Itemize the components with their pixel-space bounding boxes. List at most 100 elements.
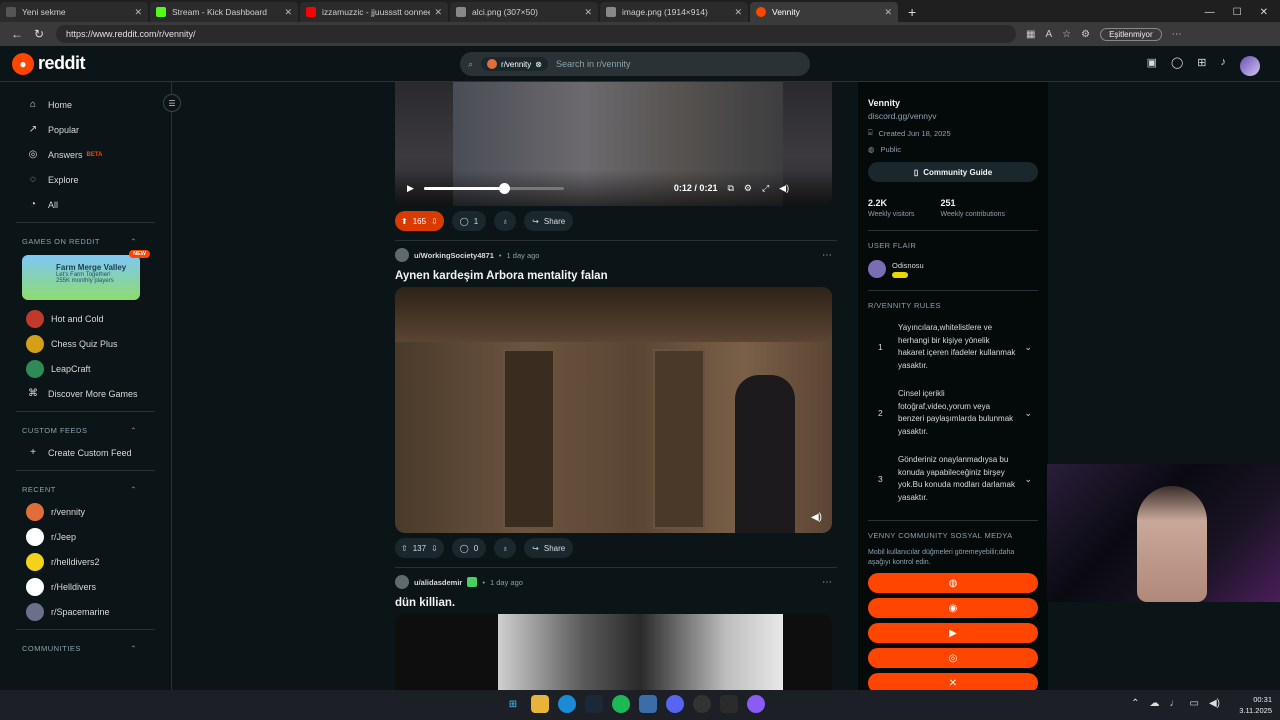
notifications-icon[interactable]: ♪ bbox=[1221, 56, 1227, 76]
post-author[interactable]: u/WorkingSociety4871 bbox=[414, 251, 494, 260]
create-post-icon[interactable]: ⊞ bbox=[1197, 56, 1206, 76]
sidebar-item-popular[interactable]: ↗ Popular bbox=[0, 117, 171, 142]
create-custom-feed[interactable]: + Create Custom Feed bbox=[0, 440, 171, 465]
url-field[interactable]: https://www.reddit.com/r/vennity/ bbox=[56, 25, 1016, 43]
recent-spacemarine[interactable]: r/Spacemarine bbox=[0, 599, 171, 624]
tabs-icon[interactable]: ▦ bbox=[1026, 29, 1035, 40]
network-icon[interactable]: ▭ bbox=[1190, 698, 1199, 709]
obs-icon[interactable] bbox=[747, 695, 765, 713]
microphone-icon[interactable]: ♩ bbox=[1170, 698, 1180, 709]
play-icon[interactable]: ▶ bbox=[407, 183, 414, 194]
sidebar-game-leapcraft[interactable]: LeapCraft bbox=[0, 356, 171, 381]
discord-icon[interactable] bbox=[666, 695, 684, 713]
post-title[interactable]: dün killian. bbox=[386, 592, 846, 614]
subreddit-chip[interactable]: r/vennity ⊗ bbox=[481, 57, 548, 71]
browser-tab-0[interactable]: Yeni sekme ✕ bbox=[0, 2, 148, 22]
sidebar-item-all[interactable]: ◔ All bbox=[0, 192, 171, 217]
share-button[interactable]: ↪ Share bbox=[524, 211, 574, 231]
extensions-icon[interactable]: ⚙ bbox=[1081, 29, 1090, 40]
search-input[interactable]: Search in r/vennity bbox=[556, 59, 631, 69]
video-progress-bar[interactable] bbox=[423, 182, 564, 194]
search-bar[interactable]: ⌕ r/vennity ⊗ Search in r/vennity bbox=[460, 52, 810, 76]
more-options-icon[interactable]: ⋯ bbox=[822, 250, 832, 261]
user-avatar[interactable] bbox=[1240, 56, 1260, 76]
award-button[interactable]: ♁ bbox=[494, 211, 517, 231]
share-button[interactable]: ↪ Share bbox=[524, 538, 574, 558]
recent-vennity[interactable]: r/vennity bbox=[0, 499, 171, 524]
volume-icon[interactable]: ◀) bbox=[811, 512, 822, 523]
recent-helldivers2[interactable]: r/helldivers2 bbox=[0, 549, 171, 574]
recent-jeep[interactable]: r/Jeep bbox=[0, 524, 171, 549]
rule-item[interactable]: 1 Yayıncılara,whitelistlere ve herhangi b… bbox=[868, 318, 1038, 376]
community-guide-button[interactable]: ▯ Community Guide bbox=[868, 162, 1038, 182]
favorite-star-icon[interactable]: ☆ bbox=[1062, 29, 1071, 40]
sync-button[interactable]: Eşitlenmiyor bbox=[1100, 27, 1162, 41]
maximize-icon[interactable]: ☐ bbox=[1233, 7, 1242, 18]
rule-item[interactable]: 3 Gönderiniz onaylanmadıysa bu konuda yap… bbox=[868, 450, 1038, 508]
steam-icon[interactable] bbox=[585, 695, 603, 713]
sidebar-game-chess-quiz[interactable]: Chess Quiz Plus bbox=[0, 331, 171, 356]
social-web-button[interactable]: ◍ bbox=[868, 573, 1038, 593]
user-flair[interactable]: Odisnosu bbox=[868, 260, 1038, 278]
close-tab-icon[interactable]: ✕ bbox=[734, 7, 742, 18]
sidebar-item-home[interactable]: ⌂ Home bbox=[0, 92, 171, 117]
featured-game-card[interactable]: NEW Farm Merge Valley Let's Farm Togethe… bbox=[22, 250, 150, 300]
games-section-header[interactable]: GAMES ON REDDIT ⌃ bbox=[0, 231, 171, 251]
social-x-button[interactable]: ✕ bbox=[868, 673, 1038, 690]
close-tab-icon[interactable]: ✕ bbox=[434, 7, 442, 18]
app-icon[interactable] bbox=[693, 695, 711, 713]
upvote-icon[interactable]: ⇧ bbox=[401, 544, 408, 553]
chevron-up-icon[interactable]: ⌃ bbox=[1131, 698, 1139, 709]
comments-button[interactable]: ◯ 1 bbox=[451, 211, 487, 231]
browser-tab-5[interactable]: Vennity ✕ bbox=[750, 2, 898, 22]
app-icon[interactable] bbox=[639, 695, 657, 713]
chat-icon[interactable]: ◯ bbox=[1171, 56, 1183, 76]
recent-header[interactable]: RECENT ⌃ bbox=[0, 479, 171, 499]
chip-remove-icon[interactable]: ⊗ bbox=[535, 60, 542, 69]
more-options-icon[interactable]: ⋯ bbox=[1172, 29, 1182, 40]
communities-header[interactable]: COMMUNITIES ⌃ bbox=[0, 638, 171, 658]
advertise-icon[interactable]: ▣ bbox=[1147, 56, 1157, 76]
post1-video[interactable]: ▶ 0:12 / 0:21 ⧉ ⚙ ⤢ ◀) bbox=[395, 82, 832, 206]
comments-button[interactable]: ◯ 0 bbox=[451, 538, 487, 558]
post3-video[interactable] bbox=[395, 614, 832, 690]
downvote-icon[interactable]: ⇩ bbox=[431, 217, 438, 226]
browser-tab-2[interactable]: izzamuzzic - jjuussstt oonnee (slo…✕ bbox=[300, 2, 448, 22]
fullscreen-icon[interactable]: ⤢ bbox=[762, 183, 769, 194]
browser-tab-4[interactable]: image.png (1914×914) ✕ bbox=[600, 2, 748, 22]
volume-icon[interactable]: ◀) bbox=[779, 183, 789, 194]
social-youtube-button[interactable]: ▶ bbox=[868, 623, 1038, 643]
social-discord-button[interactable]: ◉ bbox=[868, 598, 1038, 618]
sidebar-item-explore[interactable]: ◌ Explore bbox=[0, 167, 171, 192]
recent-helldivers[interactable]: r/Helldivers bbox=[0, 574, 171, 599]
new-tab-button[interactable]: + bbox=[900, 2, 924, 22]
read-aloud-icon[interactable]: A bbox=[1045, 29, 1052, 40]
custom-feeds-header[interactable]: CUSTOM FEEDS ⌃ bbox=[0, 420, 171, 440]
sidebar-toggle-icon[interactable]: ☰ bbox=[163, 94, 181, 112]
community-link[interactable]: discord.gg/vennyv bbox=[868, 111, 1038, 121]
post2-video[interactable]: ◀) bbox=[395, 287, 832, 533]
upvote-icon[interactable]: ⬆ bbox=[401, 217, 408, 226]
sidebar-game-hot-and-cold[interactable]: Hot and Cold bbox=[0, 306, 171, 331]
author-avatar[interactable] bbox=[395, 575, 409, 589]
windows-start-icon[interactable]: ⊞ bbox=[504, 695, 522, 713]
more-options-icon[interactable]: ⋯ bbox=[822, 577, 832, 588]
reddit-logo[interactable]: ● reddit bbox=[12, 52, 86, 75]
volume-icon[interactable]: ◀) bbox=[1209, 698, 1220, 709]
browser-tab-1[interactable]: Stream - Kick Dashboard ✕ bbox=[150, 2, 298, 22]
award-button[interactable]: ♁ bbox=[494, 538, 517, 558]
minimize-icon[interactable]: — bbox=[1205, 7, 1215, 18]
back-icon[interactable]: ← bbox=[6, 27, 28, 41]
close-tab-icon[interactable]: ✕ bbox=[134, 7, 142, 18]
app-icon[interactable] bbox=[720, 695, 738, 713]
edge-browser-icon[interactable] bbox=[558, 695, 576, 713]
post-title[interactable]: Aynen kardeşim Arbora mentality falan bbox=[386, 265, 846, 287]
author-avatar[interactable] bbox=[395, 248, 409, 262]
sidebar-discover-games[interactable]: ⌘ Discover More Games bbox=[0, 381, 171, 406]
close-tab-icon[interactable]: ✕ bbox=[284, 7, 292, 18]
file-explorer-icon[interactable] bbox=[531, 695, 549, 713]
sidebar-item-answers[interactable]: ◎ Answers BETA bbox=[0, 142, 171, 167]
reload-icon[interactable]: ↻ bbox=[28, 27, 50, 41]
system-clock[interactable]: 00:31 3.11.2025 bbox=[1239, 694, 1272, 716]
rule-item[interactable]: 2 Cinsel içerikli fotoğraf,video,yorum ve… bbox=[868, 384, 1038, 442]
